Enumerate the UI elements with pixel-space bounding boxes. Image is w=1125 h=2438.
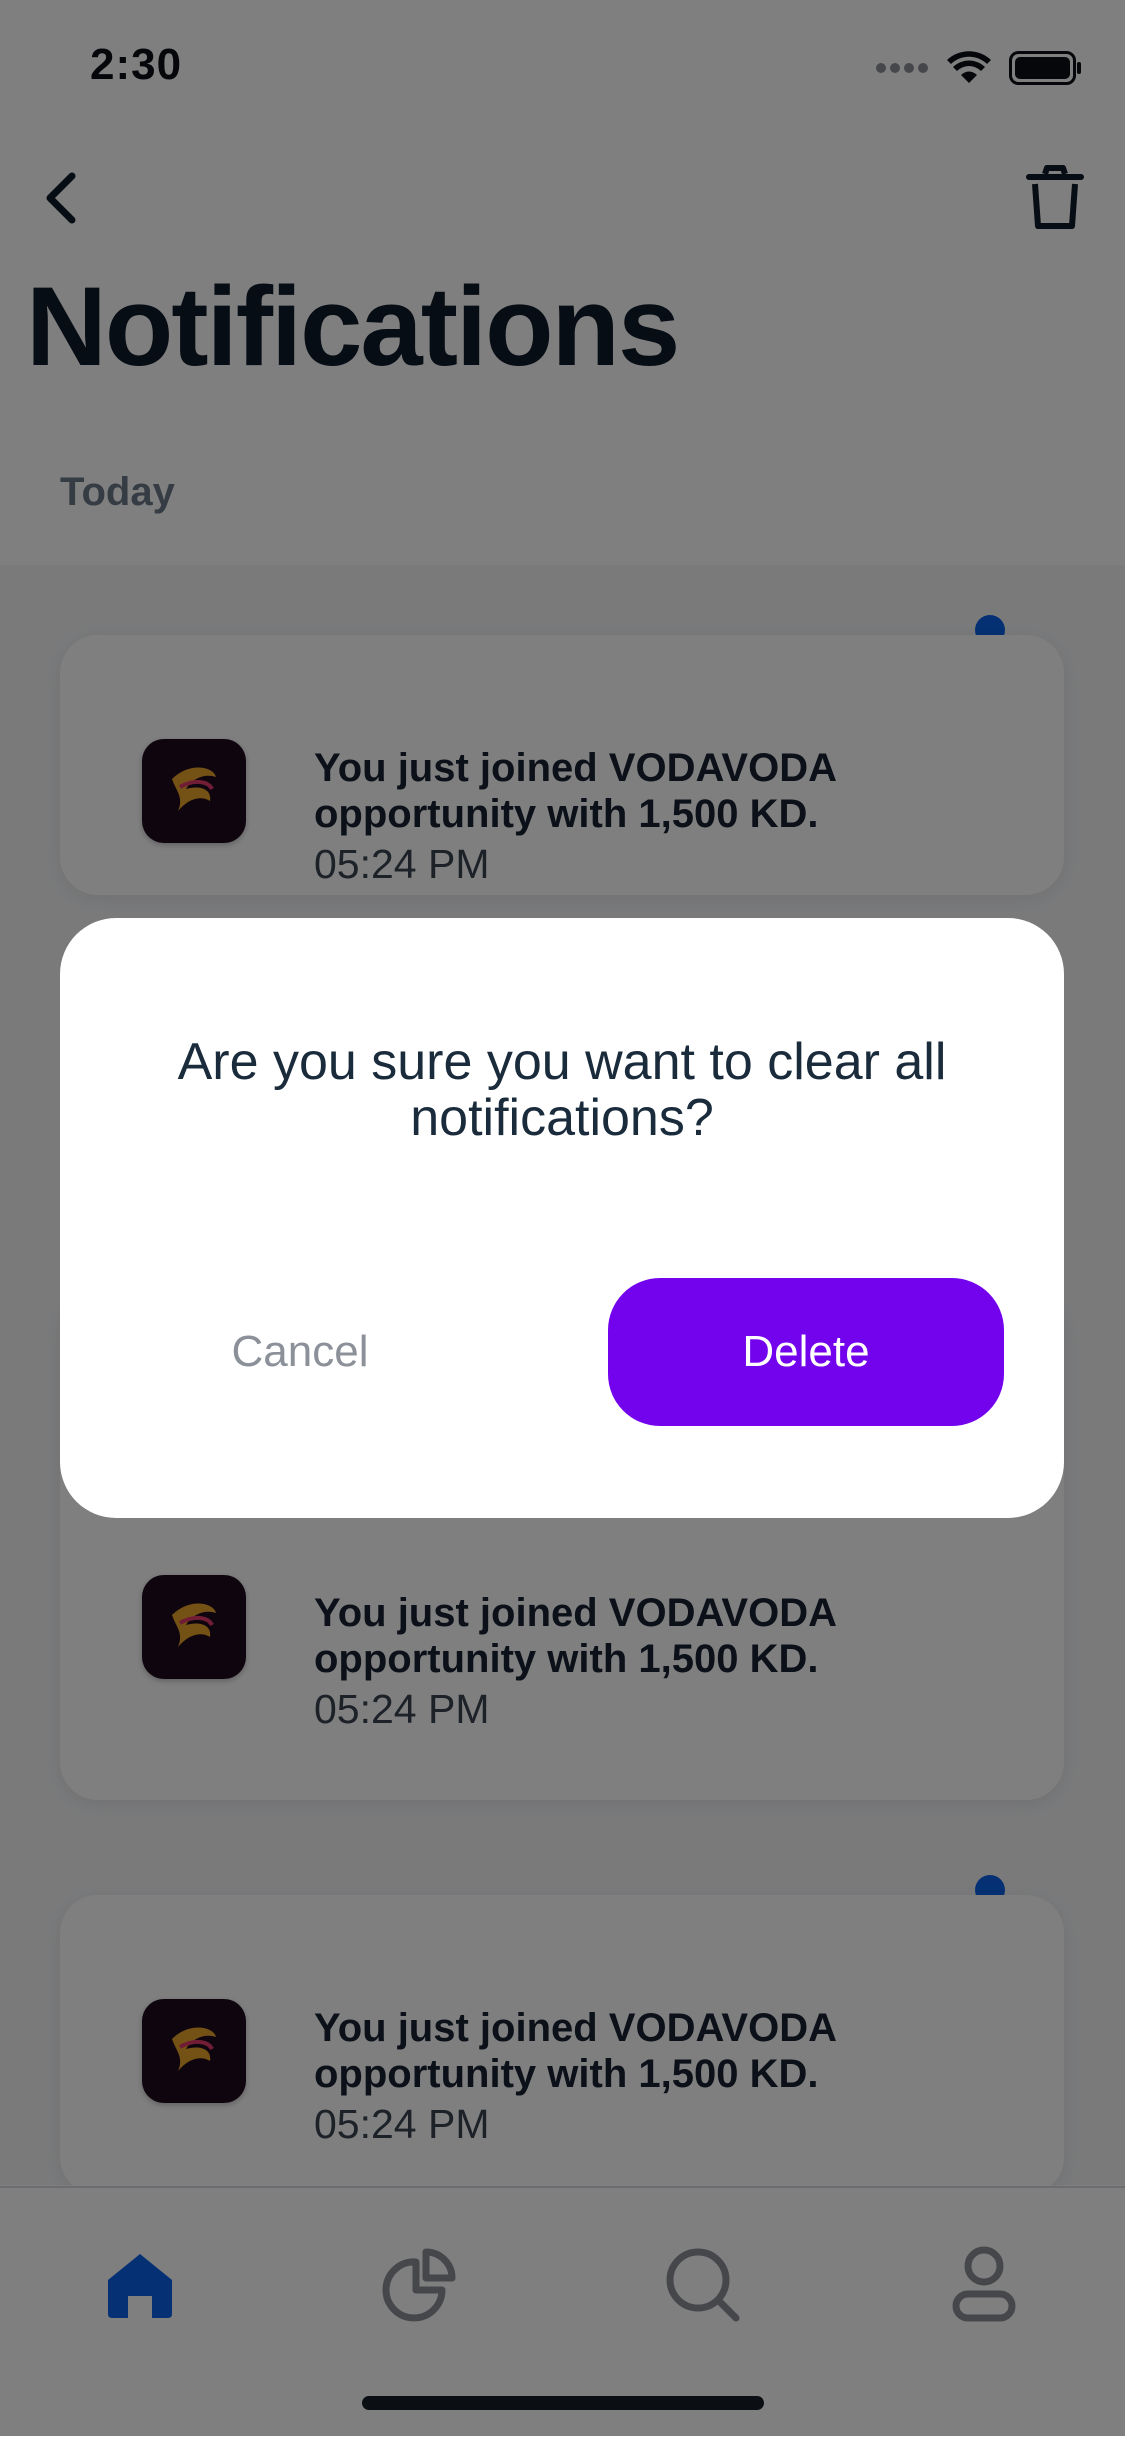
delete-button[interactable]: Delete [608,1278,1004,1426]
dialog-message: Are you sure you want to clear all notif… [177,1033,947,1147]
home-indicator[interactable] [362,2396,764,2410]
notifications-screen: 2:30 Notifications Today [0,0,1125,2438]
cancel-button[interactable]: Cancel [140,1278,460,1426]
clear-notifications-dialog: Are you sure you want to clear all notif… [60,918,1064,1518]
